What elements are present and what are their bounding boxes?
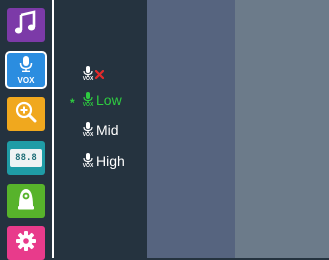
microphone-icon: VOX — [82, 153, 94, 169]
vox-badge: VOX — [82, 76, 94, 82]
thermometer-display-icon: 88.8 — [10, 149, 42, 167]
settings-button[interactable] — [7, 226, 45, 260]
video-panel-left — [147, 0, 235, 258]
music-note-icon — [13, 9, 39, 41]
sidebar: VOX 88.8 — [0, 0, 54, 260]
selected-marker: * — [70, 96, 75, 110]
vox-badge: VOX — [82, 132, 94, 138]
vox-option-off[interactable]: VOX — [82, 64, 105, 84]
microphone-icon — [19, 55, 33, 77]
mute-x-icon — [94, 66, 105, 84]
baby-camera-icon — [15, 187, 37, 216]
vox-tile-label: VOX — [17, 75, 35, 85]
vox-option-high-label: High — [96, 153, 125, 169]
microphone-icon: VOX — [82, 92, 94, 108]
vox-badge: VOX — [82, 163, 94, 169]
temperature-readout: 88.8 — [15, 153, 37, 163]
video-panel-right — [235, 0, 329, 258]
vox-submenu: VOX * VOX Low VOX Mid VOX High — [54, 0, 147, 258]
camera-button[interactable] — [7, 184, 45, 218]
music-button[interactable] — [7, 8, 45, 42]
zoom-button[interactable] — [7, 97, 45, 131]
vox-button[interactable]: VOX — [5, 51, 47, 89]
vox-option-mid-label: Mid — [96, 122, 119, 138]
microphone-icon: VOX — [82, 122, 94, 138]
microphone-icon: VOX — [82, 66, 94, 82]
zoom-in-icon — [15, 101, 37, 128]
vox-option-low[interactable]: VOX Low — [82, 92, 122, 108]
temperature-button[interactable]: 88.8 — [7, 141, 45, 175]
vox-badge: VOX — [82, 102, 94, 108]
vox-option-high[interactable]: VOX High — [82, 153, 125, 169]
gear-icon — [15, 230, 37, 257]
vox-option-low-label: Low — [96, 92, 122, 108]
vox-option-mid[interactable]: VOX Mid — [82, 122, 119, 138]
